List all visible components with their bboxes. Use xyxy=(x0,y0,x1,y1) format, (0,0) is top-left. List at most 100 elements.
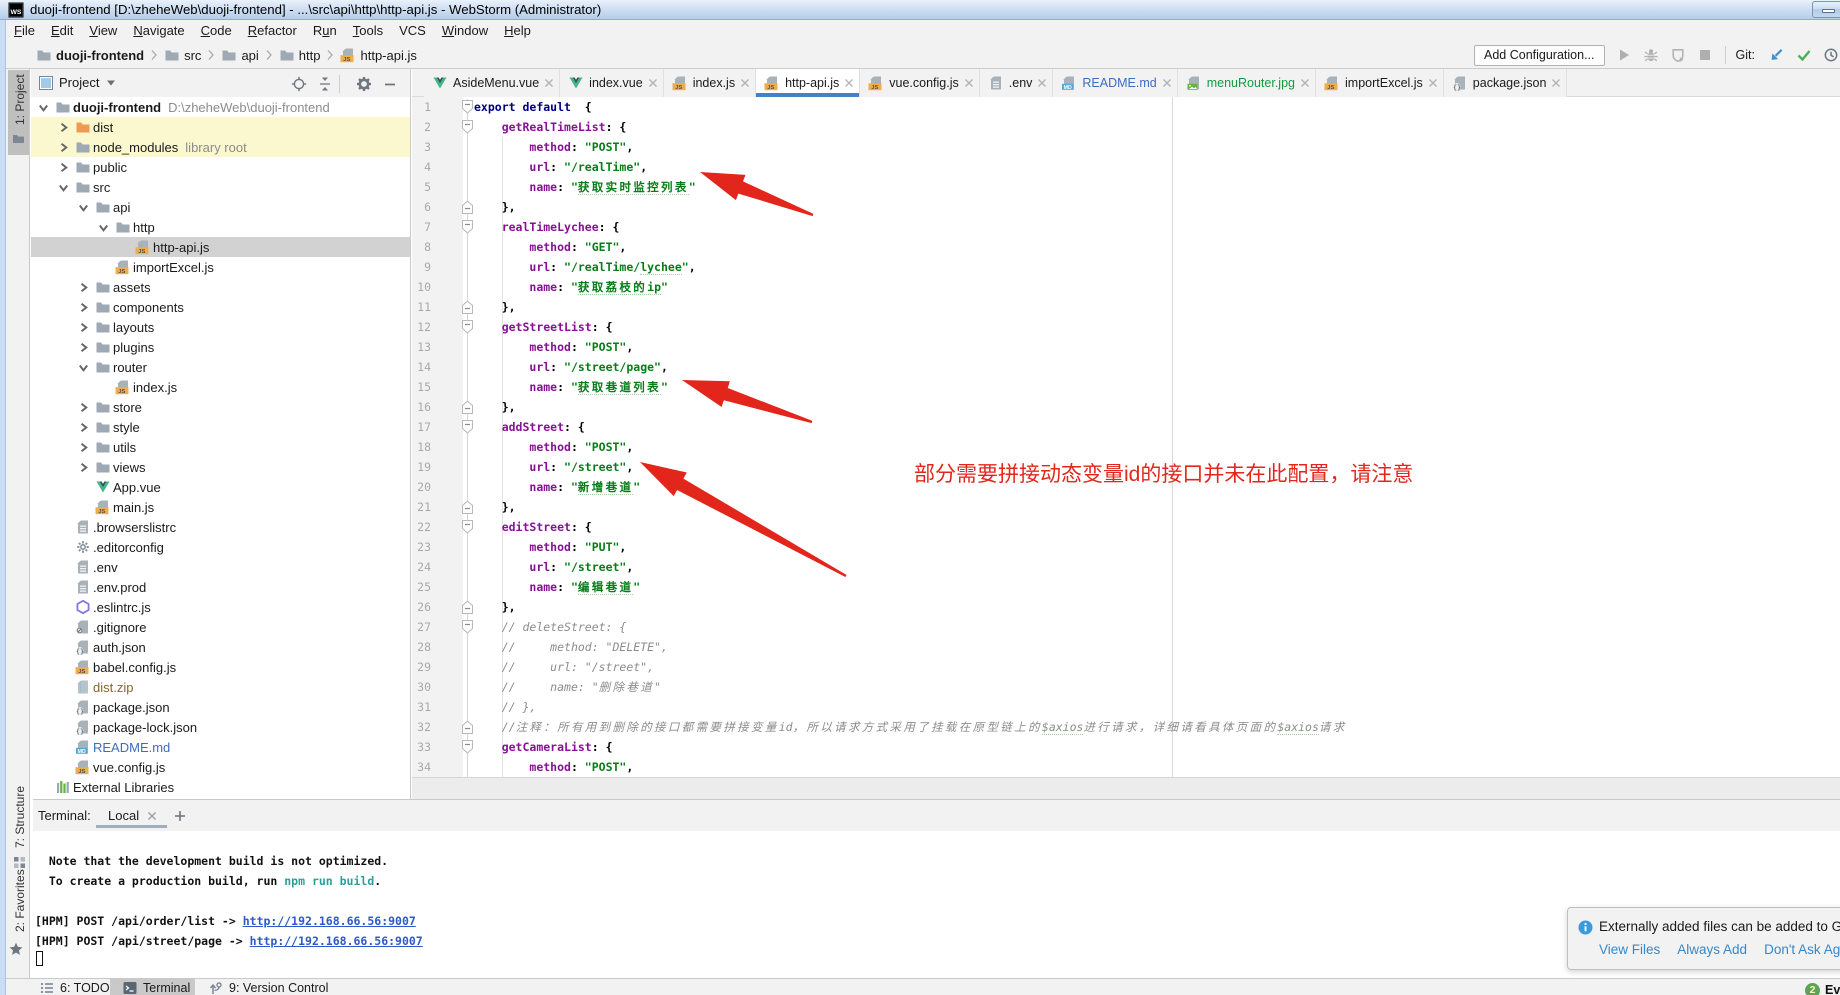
add-configuration-button[interactable]: Add Configuration... xyxy=(1474,45,1605,66)
menu-refactor[interactable]: Refactor xyxy=(240,20,305,42)
fold-marker-icon[interactable] xyxy=(462,500,473,513)
tree-item-components[interactable]: components xyxy=(31,297,410,317)
chevron-down-icon[interactable] xyxy=(38,102,48,112)
notification-action-don-t-ask-again[interactable]: Don't Ask Again xyxy=(1764,942,1840,957)
tree-item-.env[interactable]: .env xyxy=(31,557,410,577)
close-icon[interactable] xyxy=(1300,78,1310,88)
project-panel-title[interactable]: Project xyxy=(59,75,99,90)
tree-item-.gitignore[interactable]: .gitignore xyxy=(31,617,410,637)
fold-marker-icon[interactable] xyxy=(462,420,473,433)
fold-marker-icon[interactable] xyxy=(462,600,473,613)
tree-item-dist.zip[interactable]: dist.zip xyxy=(31,677,410,697)
tree-item-public[interactable]: public xyxy=(31,157,410,177)
tree-item-utils[interactable]: utils xyxy=(31,437,410,457)
hide-icon[interactable] xyxy=(382,76,398,92)
title-bar[interactable]: WS duoji-frontend [D:\zheheWeb\duoji-fro… xyxy=(0,0,1840,20)
chevron-right-icon[interactable] xyxy=(58,122,68,132)
chevron-right-icon[interactable] xyxy=(58,142,68,152)
editor-tab-.env[interactable]: .env xyxy=(980,69,1054,97)
close-icon[interactable] xyxy=(1037,78,1047,88)
tree-item-.eslintrc.js[interactable]: .eslintrc.js xyxy=(31,597,410,617)
breadcrumb-item-http[interactable]: http xyxy=(279,47,321,63)
chevron-down-icon[interactable] xyxy=(58,182,68,192)
notification-action-always-add[interactable]: Always Add xyxy=(1677,942,1747,957)
chevron-right-icon[interactable] xyxy=(78,402,88,412)
chevron-right-icon[interactable] xyxy=(78,462,88,472)
commit-icon[interactable] xyxy=(1796,47,1812,63)
editor-tab-README.md[interactable]: MDREADME.md xyxy=(1053,69,1177,97)
new-terminal-button[interactable] xyxy=(174,810,186,822)
tree-item-importExcel.js[interactable]: JSimportExcel.js xyxy=(31,257,410,277)
tree-item-package-lock.json[interactable]: {}package-lock.json xyxy=(31,717,410,737)
editor-tab-package.json[interactable]: {}package.json xyxy=(1444,69,1568,97)
minimize-button[interactable] xyxy=(1812,1,1840,18)
tree-item-dist[interactable]: dist xyxy=(31,117,410,137)
chevron-right-icon[interactable] xyxy=(78,442,88,452)
statusbar-todo[interactable]: 6: TODO xyxy=(40,979,110,995)
fold-marker-icon[interactable] xyxy=(462,740,473,753)
tree-item-App.vue[interactable]: App.vue xyxy=(31,477,410,497)
fold-marker-icon[interactable] xyxy=(462,200,473,213)
breadcrumb-item-api[interactable]: api xyxy=(221,47,258,63)
close-icon[interactable] xyxy=(844,78,854,88)
fold-marker-icon[interactable] xyxy=(462,120,473,133)
menu-window[interactable]: Window xyxy=(434,20,496,42)
menu-edit[interactable]: Edit xyxy=(43,20,81,42)
tree-item-http[interactable]: http xyxy=(31,217,410,237)
editor-tab-menuRouter.jpg[interactable]: menuRouter.jpg xyxy=(1178,69,1316,97)
fold-marker-icon[interactable] xyxy=(462,520,473,533)
tree-item-store[interactable]: store xyxy=(31,397,410,417)
tree-item-.editorconfig[interactable]: .editorconfig xyxy=(31,537,410,557)
tree-item-main.js[interactable]: JSmain.js xyxy=(31,497,410,517)
chevron-right-icon[interactable] xyxy=(78,422,88,432)
editor-tab-vue.config.js[interactable]: JSvue.config.js xyxy=(860,69,979,97)
code-editor[interactable]: 1234567891011121314151617181920212223242… xyxy=(412,97,1840,777)
chevron-down-icon[interactable] xyxy=(78,362,88,372)
tree-item-.browserslistrc[interactable]: .browserslistrc xyxy=(31,517,410,537)
tree-item-package.json[interactable]: {}package.json xyxy=(31,697,410,717)
breadcrumb-item-duoji-frontend[interactable]: duoji-frontend xyxy=(36,47,144,63)
gear-icon[interactable] xyxy=(356,76,372,92)
menu-view[interactable]: View xyxy=(81,20,125,42)
fold-marker-icon[interactable] xyxy=(462,300,473,313)
coverage-icon[interactable] xyxy=(1670,47,1686,63)
menu-run[interactable]: Run xyxy=(305,20,345,42)
fold-marker-icon[interactable] xyxy=(462,620,473,633)
menu-vcs[interactable]: VCS xyxy=(391,20,434,42)
tree-item-http-api.js[interactable]: JShttp-api.js xyxy=(31,237,410,257)
menu-help[interactable]: Help xyxy=(496,20,539,42)
tree-item-layouts[interactable]: layouts xyxy=(31,317,410,337)
terminal-tab-local[interactable]: Local xyxy=(96,800,167,831)
chevron-right-icon[interactable] xyxy=(78,342,88,352)
editor-tab-importExcel.js[interactable]: JSimportExcel.js xyxy=(1316,69,1444,97)
close-icon[interactable] xyxy=(1162,78,1172,88)
collapse-all-icon[interactable] xyxy=(317,76,333,92)
notification-action-view-files[interactable]: View Files xyxy=(1599,942,1660,957)
update-icon[interactable] xyxy=(1769,47,1785,63)
close-icon[interactable] xyxy=(648,78,658,88)
fold-marker-icon[interactable] xyxy=(462,100,473,113)
fold-marker-icon[interactable] xyxy=(462,720,473,733)
tree-item-auth.json[interactable]: {}auth.json xyxy=(31,637,410,657)
close-icon[interactable] xyxy=(544,78,554,88)
tree-item-External Libraries[interactable]: External Libraries xyxy=(31,777,410,797)
chevron-right-icon[interactable] xyxy=(78,282,88,292)
debug-icon[interactable] xyxy=(1643,47,1659,63)
tree-item-plugins[interactable]: plugins xyxy=(31,337,410,357)
editor-tab-http-api.js[interactable]: JShttp-api.js xyxy=(756,69,860,97)
chevron-right-icon[interactable] xyxy=(78,302,88,312)
menu-navigate[interactable]: Navigate xyxy=(125,20,192,42)
chevron-down-icon[interactable] xyxy=(106,79,116,87)
menu-code[interactable]: Code xyxy=(193,20,240,42)
chevron-right-icon[interactable] xyxy=(58,162,68,172)
tree-item-index.js[interactable]: JSindex.js xyxy=(31,377,410,397)
stop-icon[interactable] xyxy=(1697,47,1713,63)
fold-marker-icon[interactable] xyxy=(462,220,473,233)
run-icon[interactable] xyxy=(1616,47,1632,63)
fold-marker-icon[interactable] xyxy=(462,400,473,413)
tree-item-vue.config.js[interactable]: JSvue.config.js xyxy=(31,757,410,777)
editor-tab-index.vue[interactable]: index.vue xyxy=(560,69,664,97)
close-icon[interactable] xyxy=(147,811,157,821)
tree-item-api[interactable]: api xyxy=(31,197,410,217)
locate-icon[interactable] xyxy=(291,76,307,92)
